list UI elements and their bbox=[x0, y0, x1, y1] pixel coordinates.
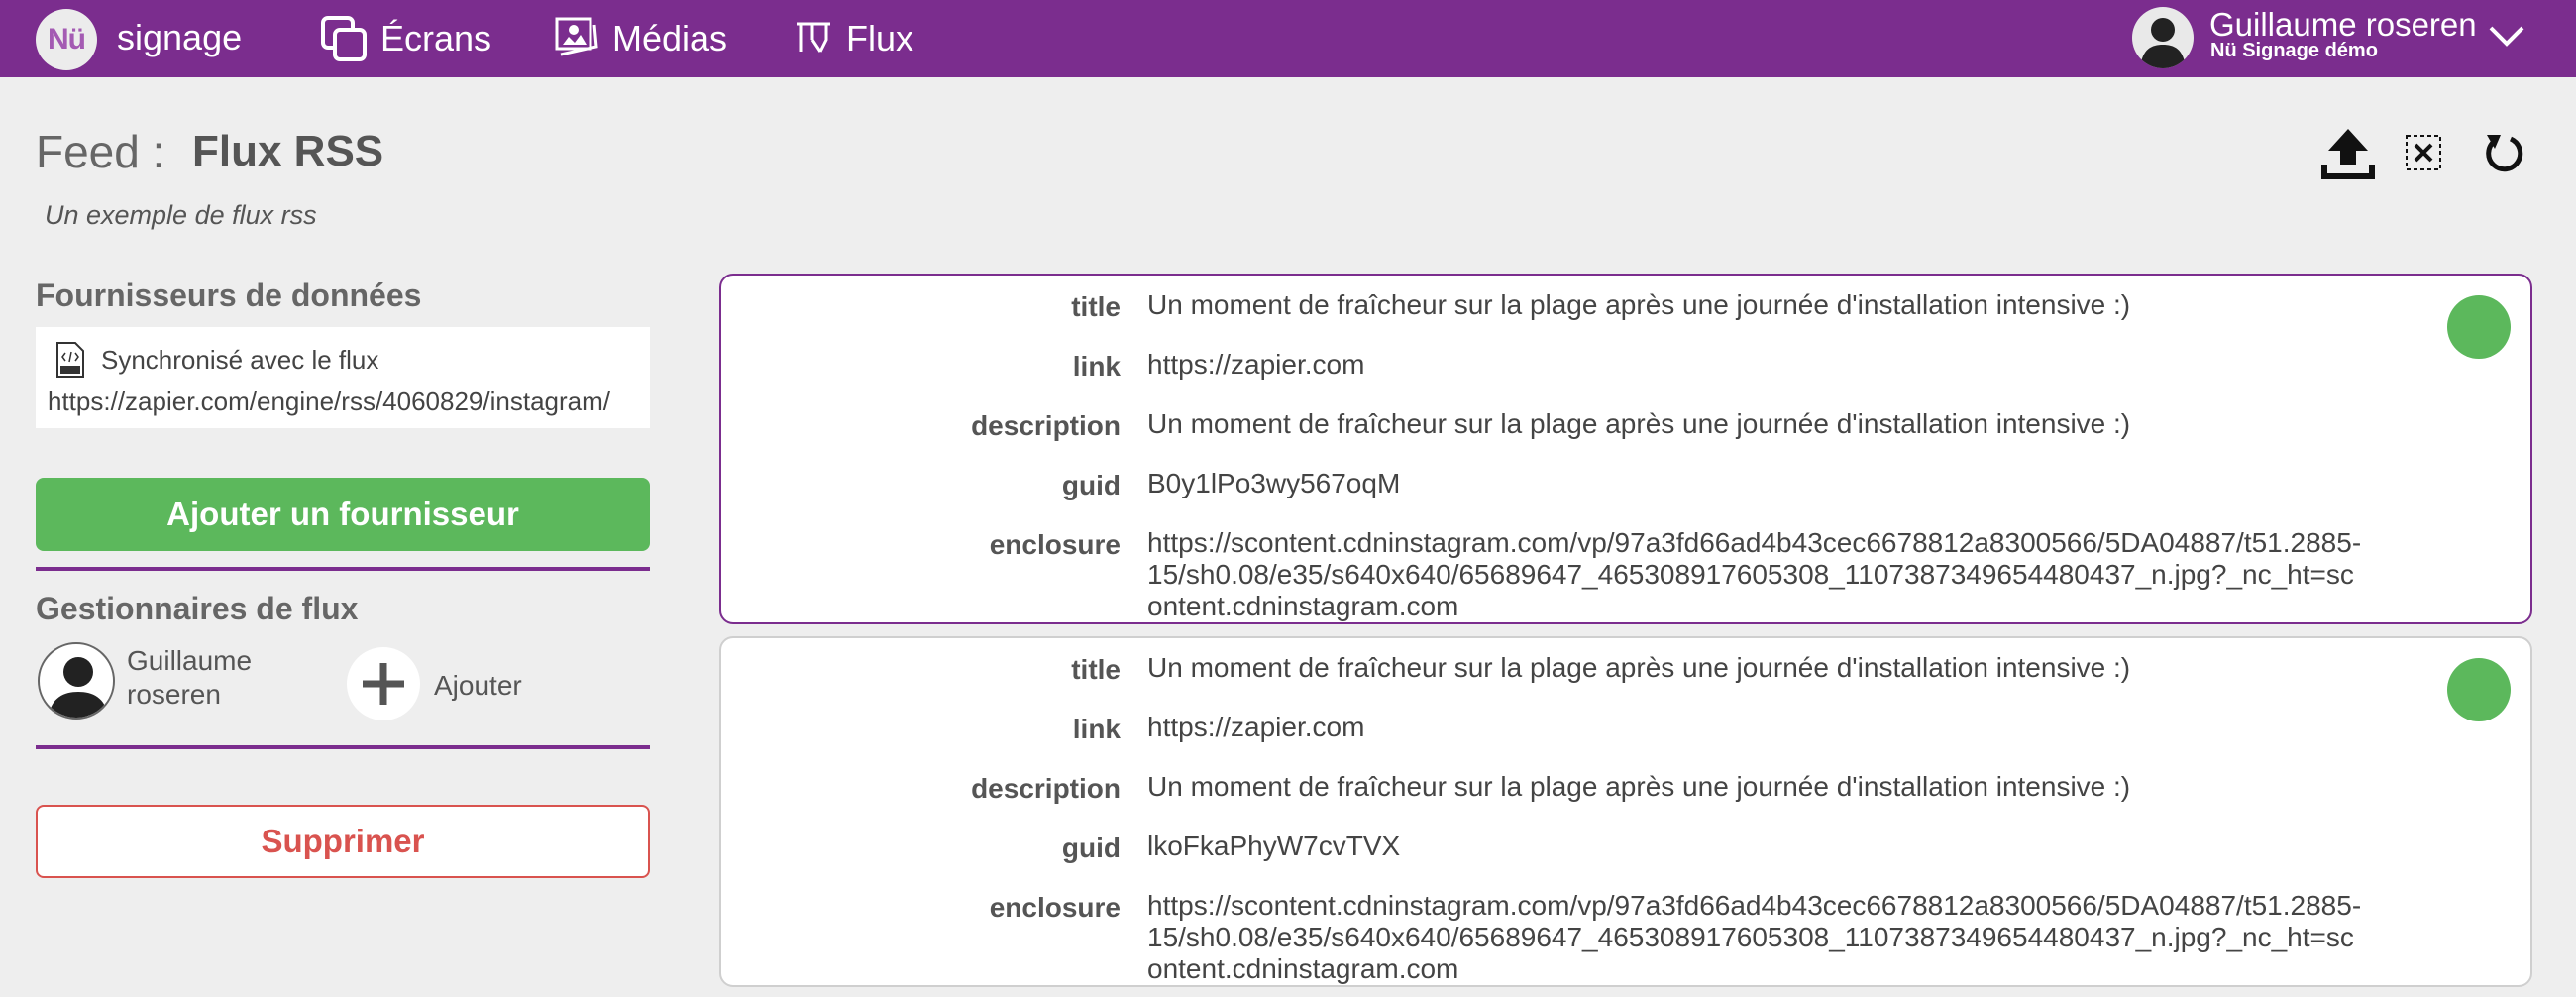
top-navbar: Nü signage Écrans Médias Flux Guillaume … bbox=[0, 0, 2576, 77]
clear-button[interactable] bbox=[2394, 123, 2453, 182]
field-key-description: description bbox=[971, 773, 1121, 804]
status-indicator bbox=[2447, 658, 2511, 721]
logo-text: Nü bbox=[48, 23, 86, 55]
flux-icon bbox=[797, 22, 830, 53]
upload-button[interactable] bbox=[2318, 123, 2378, 182]
divider bbox=[36, 745, 650, 749]
field-key-description: description bbox=[971, 410, 1121, 441]
plus-icon bbox=[363, 663, 404, 705]
upload-icon bbox=[2321, 129, 2375, 179]
field-value-link: https://zapier.com bbox=[1147, 349, 1365, 380]
feed-label: Feed : bbox=[36, 126, 165, 177]
field-value-enclosure: https://scontent.cdninstagram.com/vp/97a… bbox=[1147, 527, 2362, 621]
feed-description: Un exemple de flux rss bbox=[45, 200, 317, 230]
chevron-down-icon[interactable] bbox=[2487, 22, 2526, 52]
delete-button[interactable]: Supprimer bbox=[36, 805, 650, 878]
manager-avatar[interactable] bbox=[38, 642, 115, 720]
logo[interactable]: Nü bbox=[36, 9, 97, 70]
media-icon bbox=[555, 17, 598, 56]
feed-item[interactable]: title Un moment de fraîcheur sur la plag… bbox=[719, 274, 2532, 624]
field-key-guid: guid bbox=[1061, 832, 1121, 863]
add-manager-label[interactable]: Ajouter bbox=[434, 670, 522, 702]
divider bbox=[36, 567, 650, 571]
user-avatar-icon bbox=[2140, 18, 2186, 68]
brand-name[interactable]: signage bbox=[117, 17, 242, 58]
clear-icon bbox=[2406, 135, 2441, 170]
field-value-guid: lkoFkaPhyW7cvTVX bbox=[1147, 831, 1401, 861]
user-avatar-icon bbox=[48, 657, 109, 718]
feed-item[interactable]: title Un moment de fraîcheur sur la plag… bbox=[719, 636, 2532, 987]
field-value-title: Un moment de fraîcheur sur la plage aprè… bbox=[1147, 652, 2131, 683]
add-manager-button[interactable] bbox=[347, 647, 420, 720]
field-key-link: link bbox=[1072, 351, 1121, 382]
providers-title: Fournisseurs de données bbox=[36, 277, 422, 313]
user-avatar[interactable] bbox=[2132, 7, 2194, 68]
provider-card[interactable]: Synchronisé avec le flux https://zapier.… bbox=[36, 327, 650, 428]
nav-label-ecrans: Écrans bbox=[380, 18, 492, 58]
nav-label-flux: Flux bbox=[846, 18, 914, 58]
field-key-enclosure: enclosure bbox=[989, 529, 1121, 560]
field-value-description: Un moment de fraîcheur sur la plage aprè… bbox=[1147, 408, 2131, 439]
field-key-link: link bbox=[1072, 714, 1121, 744]
refresh-button[interactable] bbox=[2473, 123, 2532, 182]
nav-item-flux[interactable]: Flux bbox=[793, 14, 913, 63]
add-provider-button[interactable]: Ajouter un fournisseur bbox=[36, 478, 650, 551]
provider-sync-label: Synchronisé avec le flux bbox=[101, 345, 379, 375]
field-key-title: title bbox=[1071, 291, 1121, 322]
user-name[interactable]: Guillaume roseren bbox=[2209, 6, 2477, 44]
page-title: Flux RSS bbox=[192, 127, 384, 175]
nav-item-medias[interactable]: Médias bbox=[553, 14, 727, 63]
status-indicator bbox=[2447, 295, 2511, 359]
field-value-title: Un moment de fraîcheur sur la plage aprè… bbox=[1147, 289, 2131, 320]
field-key-enclosure: enclosure bbox=[989, 892, 1121, 923]
field-value-description: Un moment de fraîcheur sur la plage aprè… bbox=[1147, 771, 2131, 802]
managers-title: Gestionnaires de flux bbox=[36, 591, 359, 626]
field-value-link: https://zapier.com bbox=[1147, 712, 1365, 742]
field-key-guid: guid bbox=[1061, 470, 1121, 500]
refresh-icon bbox=[2486, 135, 2523, 172]
provider-url: https://zapier.com/engine/rss/4060829/in… bbox=[48, 387, 610, 416]
manager-name: Guillaume roseren bbox=[127, 645, 253, 710]
field-key-title: title bbox=[1071, 654, 1121, 685]
screens-icon bbox=[321, 16, 367, 61]
field-value-guid: B0y1lPo3wy567oqM bbox=[1147, 468, 1401, 498]
xml-file-icon bbox=[56, 342, 84, 378]
nav-item-ecrans[interactable]: Écrans bbox=[319, 14, 491, 63]
nav-label-medias: Médias bbox=[612, 18, 728, 58]
user-org: Nü Signage démo bbox=[2210, 40, 2378, 61]
field-value-enclosure: https://scontent.cdninstagram.com/vp/97a… bbox=[1147, 890, 2362, 984]
